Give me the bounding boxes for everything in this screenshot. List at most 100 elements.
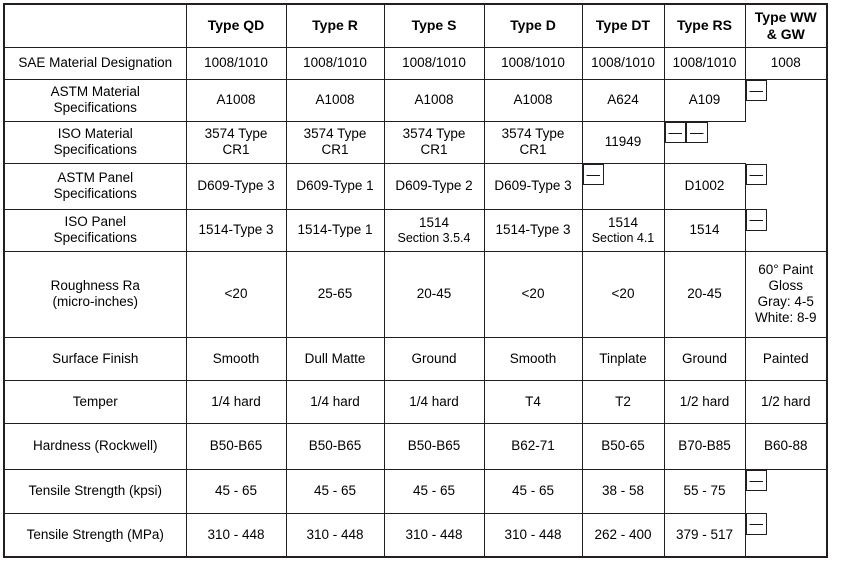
header-row: Type QD Type R Type S Type D Type DT Typ… — [3, 3, 828, 48]
cell-iso-material-qd: 3574 Type CR1 — [185, 120, 287, 164]
cell-iso-panel-rs: 1514 — [663, 208, 746, 252]
cell-line2: CR1 — [420, 142, 448, 157]
cell-tensile-kpsi-dt: 38 - 58 — [581, 468, 665, 514]
row-label-surface-finish: Surface Finish — [3, 336, 187, 381]
cell-surface-finish-rs: Ground — [663, 336, 746, 381]
cell-sae-ww: 1008 — [744, 46, 828, 80]
cell-roughness-dt: <20 — [581, 250, 665, 338]
table-row: Temper 1/4 hard 1/4 hard 1/4 hard T4 T2 … — [3, 379, 828, 424]
cell-tensile-mpa-rs: 379 - 517 — [663, 512, 746, 558]
cell-surface-finish-qd: Smooth — [185, 336, 287, 381]
cell-hardness-rs: B70-B85 — [663, 422, 746, 470]
column-header-type-ww-gw-line1: Type WW — [754, 9, 817, 26]
cell-temper-d: T4 — [483, 379, 583, 424]
cell-tensile-kpsi-r: 45 - 65 — [285, 468, 385, 514]
column-header-type-d: Type D — [483, 3, 583, 48]
row-label-tensile-strength-kpsi: Tensile Strength (kpsi) — [3, 468, 187, 514]
column-header-type-ww-gw-line2: & GW — [766, 25, 805, 42]
row-label-line2: Specifications — [53, 142, 137, 157]
cell-roughness-d: <20 — [483, 250, 583, 338]
column-header-type-ww-gw: Type WW & GW — [744, 3, 828, 48]
cell-sae-s: 1008/1010 — [383, 46, 485, 80]
row-label-sae-material-designation: SAE Material Designation — [3, 46, 187, 80]
cell-iso-panel-s: 1514 Section 3.5.4 — [383, 208, 485, 252]
cell-sae-dt: 1008/1010 — [581, 46, 665, 80]
cell-temper-ww: 1/2 hard — [744, 379, 828, 424]
cell-tensile-mpa-dt: 262 - 400 — [581, 512, 665, 558]
cell-iso-panel-d: 1514-Type 3 — [483, 208, 583, 252]
cell-iso-panel-ww: — — [745, 209, 767, 231]
cell-iso-material-d: 3574 Type CR1 — [483, 120, 583, 164]
cell-roughness-ww: 60° Paint Gloss Gray: 4-5 White: 8-9 — [744, 250, 828, 338]
row-label-temper: Temper — [3, 379, 187, 424]
row-label-line2: Specifications — [53, 230, 137, 245]
cell-tensile-mpa-r: 310 - 448 — [285, 512, 385, 558]
cell-astm-material-r: A1008 — [285, 78, 385, 122]
cell-astm-panel-r: D609-Type 1 — [285, 162, 385, 210]
cell-tensile-mpa-qd: 310 - 448 — [185, 512, 287, 558]
cell-sae-d: 1008/1010 — [483, 46, 583, 80]
cell-astm-panel-rs: D1002 — [663, 162, 746, 210]
cell-line1: 3574 Type — [501, 126, 565, 142]
cell-tensile-mpa-s: 310 - 448 — [383, 512, 485, 558]
row-label-iso-panel-specifications: ISO Panel Specifications — [3, 208, 187, 252]
cell-iso-material-rs: — — [664, 121, 686, 144]
cell-line1: 3574 Type — [303, 126, 367, 142]
cell-hardness-r: B50-B65 — [285, 422, 385, 470]
table-row: Tensile Strength (kpsi) 45 - 65 45 - 65 … — [3, 468, 827, 514]
cell-sae-r: 1008/1010 — [285, 46, 385, 80]
cell-iso-material-r: 3574 Type CR1 — [285, 120, 385, 164]
row-label-line2: Specifications — [53, 100, 137, 115]
row-label-line2: (micro-inches) — [52, 294, 138, 309]
cell-astm-material-dt: A624 — [581, 78, 665, 122]
cell-surface-finish-ww: Painted — [744, 336, 828, 381]
cell-astm-panel-dt: — — [582, 163, 604, 186]
table-row: Hardness (Rockwell) B50-B65 B50-B65 B50-… — [3, 422, 828, 470]
table-row: ASTM Material Specifications A1008 A1008… — [3, 78, 827, 122]
row-label-line1: ISO Material — [57, 126, 133, 142]
cell-line4: White: 8-9 — [754, 309, 817, 325]
cell-line2: CR1 — [519, 142, 547, 157]
cell-tensile-mpa-ww: — — [745, 513, 767, 535]
cell-hardness-s: B50-B65 — [383, 422, 485, 470]
cell-surface-finish-r: Dull Matte — [285, 336, 385, 381]
cell-line1: 3574 Type — [204, 126, 268, 142]
cell-line2: Section 3.5.4 — [397, 230, 471, 245]
cell-line3: Gray: 4-5 — [757, 294, 814, 309]
column-header-type-qd: Type QD — [185, 3, 287, 48]
cell-roughness-s: 20-45 — [383, 250, 485, 338]
cell-line1: 3574 Type — [402, 126, 466, 142]
cell-astm-panel-s: D609-Type 2 — [383, 162, 485, 210]
table-row: SAE Material Designation 1008/1010 1008/… — [3, 46, 828, 80]
row-label-line2: Specifications — [53, 186, 137, 201]
cell-hardness-d: B62-71 — [483, 422, 583, 470]
specifications-table: Type QD Type R Type S Type D Type DT Typ… — [3, 3, 828, 558]
row-label-line1: ASTM Material — [50, 84, 140, 100]
cell-surface-finish-d: Smooth — [483, 336, 583, 381]
table-row: ISO Material Specifications 3574 Type CR… — [3, 120, 827, 164]
cell-iso-material-ww: — — [686, 121, 708, 144]
cell-tensile-kpsi-d: 45 - 65 — [483, 468, 583, 514]
table-row: Surface Finish Smooth Dull Matte Ground … — [3, 336, 828, 381]
column-header-type-rs: Type RS — [663, 3, 746, 48]
cell-tensile-mpa-d: 310 - 448 — [483, 512, 583, 558]
cell-tensile-kpsi-qd: 45 - 65 — [185, 468, 287, 514]
row-label-roughness-ra: Roughness Ra (micro-inches) — [3, 250, 187, 338]
cell-roughness-rs: 20-45 — [663, 250, 746, 338]
row-label-astm-material-specifications: ASTM Material Specifications — [3, 78, 187, 122]
table-corner-cell — [3, 3, 187, 48]
table-row: Roughness Ra (micro-inches) <20 25-65 20… — [3, 250, 828, 338]
cell-astm-panel-d: D609-Type 3 — [483, 162, 583, 210]
cell-roughness-r: 25-65 — [285, 250, 385, 338]
cell-astm-material-qd: A1008 — [185, 78, 287, 122]
cell-hardness-dt: B50-65 — [581, 422, 665, 470]
table-header: Type QD Type R Type S Type D Type DT Typ… — [3, 3, 828, 48]
cell-astm-material-d: A1008 — [483, 78, 583, 122]
cell-temper-r: 1/4 hard — [285, 379, 385, 424]
cell-iso-material-dt: 11949 — [581, 120, 665, 164]
cell-iso-panel-r: 1514-Type 1 — [285, 208, 385, 252]
cell-astm-panel-qd: D609-Type 3 — [185, 162, 287, 210]
column-header-type-dt: Type DT — [581, 3, 665, 48]
cell-iso-panel-dt: 1514 Section 4.1 — [581, 208, 665, 252]
cell-hardness-qd: B50-B65 — [185, 422, 287, 470]
